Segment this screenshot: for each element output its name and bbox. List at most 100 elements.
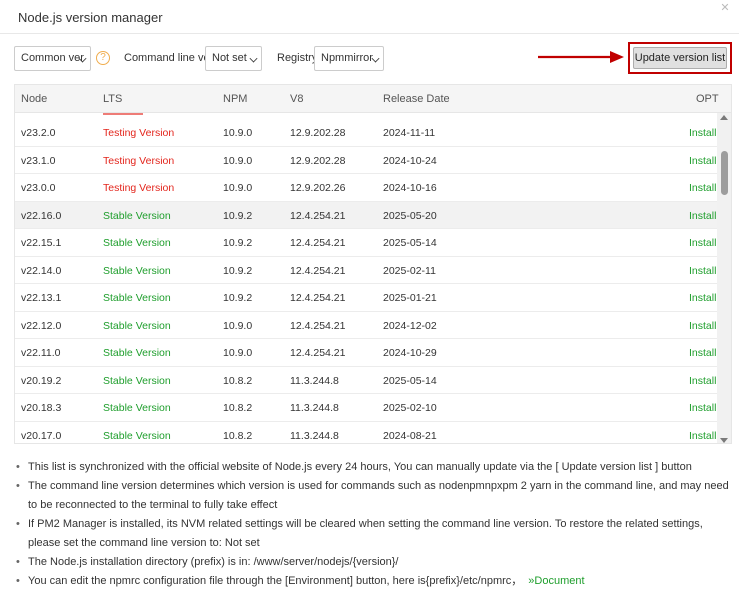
cell-lts: Stable Version [103, 402, 171, 414]
cell-release-date: 2024-10-24 [383, 154, 437, 167]
scroll-thumb[interactable] [721, 151, 728, 195]
cell-release-date: 2025-01-21 [383, 292, 437, 304]
table-row: v22.16.0 Stable Version 10.9.2 12.4.254.21 2… [15, 201, 719, 229]
close-icon[interactable]: ✕ [719, 2, 731, 14]
install-link[interactable]: Install [689, 375, 716, 387]
document-link[interactable]: »Document [528, 575, 584, 587]
cell-npm: 10.9.2 [223, 209, 253, 222]
cell-node: v22.14.0 [21, 264, 62, 277]
registry-select[interactable]: Npmmirror [314, 46, 384, 71]
cell-node: v23.2.0 [21, 127, 56, 139]
col-opt: OPT [696, 93, 719, 105]
table-row: v23.1.0 Testing Version 10.9.0 12.9.202.28 2… [15, 146, 719, 174]
install-link[interactable]: Install [689, 320, 716, 332]
version-filter-select[interactable]: Common ver [14, 46, 91, 71]
cell-v8: 12.4.254.21 [290, 319, 346, 332]
command-line-value: Not set [212, 52, 247, 64]
col-v8: V8 [290, 93, 304, 105]
chevron-down-icon [249, 54, 258, 63]
cell-release-date: 2025-02-10 [383, 402, 437, 414]
cell-npm: 10.9.0 [223, 154, 253, 167]
cell-v8: 12.4.254.21 [290, 237, 346, 249]
note-item: • This list is synchronized with the offi… [14, 458, 736, 477]
annotation-arrow-icon [538, 51, 624, 63]
table-row: v20.18.3 Stable Version 10.8.2 11.3.244.8 20… [15, 394, 719, 422]
help-icon[interactable]: ? [96, 51, 110, 65]
col-npm: NPM [223, 93, 248, 105]
cell-v8: 11.3.244.8 [290, 402, 339, 414]
cell-node: v22.15.1 [21, 237, 62, 249]
install-link[interactable]: Install [689, 430, 716, 442]
install-link[interactable]: Install [689, 155, 716, 167]
cell-lts: Stable Version [103, 209, 171, 222]
install-link[interactable]: Install [689, 347, 716, 359]
install-link[interactable]: Install [689, 292, 716, 304]
cell-node: v23.0.0 [21, 182, 56, 194]
table-row: v22.14.0 Stable Version 10.9.2 12.4.254.21 2… [15, 256, 719, 284]
cell-lts: Testing Version [103, 154, 175, 167]
table-row: v22.12.0 Stable Version 10.9.0 12.4.254.21 2… [15, 311, 719, 339]
cell-v8: 12.9.202.28 [290, 154, 346, 167]
install-link[interactable]: Install [689, 402, 716, 414]
note-item: • You can edit the npmrc configuration fi… [14, 572, 736, 591]
note-item: • The command line version determines whi… [14, 477, 736, 515]
table-row: v23.2.0 Testing Version 10.9.0 12.9.202.28 2… [15, 119, 719, 147]
title-bar: Node.js version manager ✕ [0, 0, 739, 34]
install-link[interactable]: Install [689, 210, 716, 222]
note-text: This list is synchronized with the offic… [28, 461, 692, 473]
scroll-down-icon[interactable] [720, 438, 728, 443]
cell-v8: 12.4.254.21 [290, 292, 346, 304]
cell-release-date: 2025-02-11 [383, 264, 436, 277]
col-lts: LTS [103, 93, 123, 105]
cell-npm: 10.9.2 [223, 237, 253, 249]
install-link[interactable]: Install [689, 127, 716, 139]
note-text: The command line version determines whic… [28, 480, 729, 511]
col-node: Node [21, 93, 48, 105]
note-item: • The Node.js installation directory (pre… [14, 553, 736, 572]
cell-release-date: 2024-12-02 [383, 319, 437, 332]
version-table: Node LTS NPM V8 Release Date OPT v23.2.0… [14, 84, 732, 444]
col-release-date: Release Date [383, 93, 450, 105]
update-button-highlight: Update version list [628, 42, 732, 74]
cell-node: v22.11.0 [21, 347, 61, 359]
install-link[interactable]: Install [689, 265, 716, 277]
cell-lts: Stable Version [103, 347, 171, 359]
update-version-list-button[interactable]: Update version list [633, 47, 727, 69]
cell-release-date: 2025-05-20 [383, 209, 437, 222]
bullet-icon: • [16, 556, 20, 568]
table-row: v22.11.0 Stable Version 10.9.0 12.4.254.21 2… [15, 339, 719, 367]
table-row: v22.15.1 Stable Version 10.9.2 12.4.254.21 2… [15, 229, 719, 257]
cell-release-date: 2024-10-16 [383, 182, 437, 194]
cell-node: v20.17.0 [21, 429, 62, 442]
scroll-up-icon[interactable] [720, 115, 728, 120]
cell-npm: 10.9.0 [223, 182, 253, 194]
cell-node: v22.12.0 [21, 319, 62, 332]
vertical-scrollbar[interactable] [717, 113, 731, 443]
cell-npm: 10.8.2 [223, 429, 253, 442]
cell-node: v20.18.3 [21, 402, 62, 414]
install-link[interactable]: Install [689, 237, 716, 249]
install-link[interactable]: Install [689, 182, 716, 194]
cell-node: v22.13.1 [21, 292, 62, 304]
command-line-select[interactable]: Not set [205, 46, 262, 71]
table-row: v22.13.1 Stable Version 10.9.2 12.4.254.21 2… [15, 284, 719, 312]
cell-node: v20.19.2 [21, 374, 62, 387]
cell-lts: Stable Version [103, 374, 171, 387]
note-item: • If PM2 Manager is installed, its NVM re… [14, 515, 736, 553]
table-row: v20.17.0 Stable Version 10.8.2 11.3.244.8 20… [15, 421, 719, 443]
partial-row-fragment [103, 113, 143, 117]
cell-npm: 10.8.2 [223, 402, 253, 414]
registry-value: Npmmirror [321, 52, 373, 64]
note-text: You can edit the npmrc configuration fil… [28, 575, 523, 587]
cell-npm: 10.9.0 [223, 347, 253, 359]
cell-node: v22.16.0 [21, 209, 62, 222]
cell-node: v23.1.0 [21, 154, 56, 167]
table-body: v23.2.0 Testing Version 10.9.0 12.9.202.28 2… [15, 113, 719, 443]
cell-lts: Stable Version [103, 237, 171, 249]
version-filter-value: Common ver [21, 52, 84, 64]
note-text: The Node.js installation directory (pref… [28, 556, 399, 568]
table-row: v20.19.2 Stable Version 10.8.2 11.3.244.8 20… [15, 366, 719, 394]
cell-release-date: 2025-05-14 [383, 237, 437, 249]
cell-lts: Stable Version [103, 319, 171, 332]
bullet-icon: • [16, 518, 20, 530]
